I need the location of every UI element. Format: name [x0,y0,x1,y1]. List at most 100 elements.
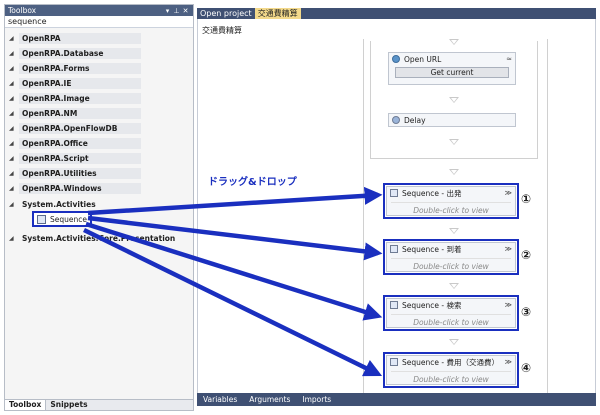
toolbox-header: Toolbox ▾ ⊥ ✕ [5,5,193,16]
tab-open-project[interactable]: Open project [197,8,255,19]
pin-icon[interactable]: ⊥ [172,7,181,15]
category-label: OpenRPA.Forms [19,63,141,74]
sequence-icon [390,358,398,366]
toolbox-category[interactable]: ◢ OpenRPA.Database [9,47,141,60]
activity-title: Open URL [404,54,442,64]
sequence-icon [390,189,398,197]
designer-footer-tabs: Variables Arguments Imports [197,393,596,406]
category-label: OpenRPA.Image [19,93,141,104]
sequence-activity-body: Sequence - 到着 ≫ Double-click to view [386,242,516,272]
toolbox-pane: Toolbox ▾ ⊥ ✕ ◢OpenRPA ◢OpenRPA.Database… [4,4,194,411]
toolbox-item-sequence[interactable]: Sequence [32,211,92,227]
flow-arrow-icon [449,39,459,45]
category-label: OpenRPA.OpenFlowDB [19,123,141,134]
collapse-chevron-icon[interactable]: ≈ [506,55,512,63]
toolbox-category[interactable]: ◢ OpenRPA.NM [9,107,141,120]
expand-triangle-icon[interactable]: ◢ [9,110,19,117]
clock-icon [392,116,400,124]
toolbox-search-input[interactable] [8,17,190,26]
category-label: OpenRPA.IE [19,78,141,89]
tab-snippets[interactable]: Snippets [46,400,91,410]
toolbox-item-label: Sequence [50,214,87,224]
activity-header: Sequence - 到着 ≫ [387,243,515,255]
sequence-activity-body: Sequence - 出発 ≫ Double-click to view [386,186,516,216]
category-label: System.Activities.Core.Presentation [22,234,176,243]
expand-triangle-icon[interactable]: ◢ [9,155,19,162]
expand-triangle-icon[interactable]: ◢ [9,95,19,102]
expand-triangle-icon[interactable]: ◢ [9,125,19,132]
toolbox-title: Toolbox [8,6,37,15]
activity-title: Delay [404,115,426,125]
category-label: OpenRPA.Windows [19,183,141,194]
toolbox-category[interactable]: ◢ OpenRPA.Utilities [9,167,141,180]
activity-delay[interactable]: Delay [388,113,516,127]
get-current-button[interactable]: Get current [395,67,509,78]
toolbox-category[interactable]: ◢ System.Activities.Core.Presentation [9,232,178,245]
category-label: OpenRPA.Database [19,48,141,59]
category-label: OpenRPA.Script [19,153,141,164]
tab-imports[interactable]: Imports [296,393,337,406]
toolbox-category[interactable]: ◢ System.Activities [9,198,141,211]
collapse-chevron-icon[interactable]: ≫ [505,189,512,197]
toolbox-category[interactable]: ◢ OpenRPA [9,32,141,45]
sequence-activity-body: Sequence - 費用（交通費） ≫ Double-click to vie… [386,355,516,385]
toolbox-bottom-tabs: Toolbox Snippets [5,399,193,410]
activity-header: Open URL ≈ [389,53,515,65]
double-click-hint: Double-click to view [391,371,511,384]
tab-variables[interactable]: Variables [197,393,243,406]
activity-header: Sequence - 検索 ≫ [387,299,515,311]
collapse-chevron-icon[interactable]: ≫ [505,245,512,253]
flow-arrow-icon [449,169,459,175]
expand-triangle-icon[interactable]: ◢ [9,80,19,87]
expand-triangle-icon[interactable]: ◢ [9,50,19,57]
flow-arrow-icon [449,97,459,103]
double-click-hint: Double-click to view [391,258,511,271]
toolbox-category[interactable]: ◢ OpenRPA.IE [9,77,141,90]
sequence-activity-body: Sequence - 検索 ≫ Double-click to view [386,298,516,328]
globe-icon [392,55,400,63]
activity-open-url[interactable]: Open URL ≈ Get current [388,52,516,85]
category-label: OpenRPA.NM [19,108,141,119]
tab-arguments[interactable]: Arguments [243,393,296,406]
close-icon[interactable]: ✕ [181,7,190,15]
toolbox-category[interactable]: ◢ OpenRPA.Script [9,152,141,165]
category-label: OpenRPA.Utilities [19,168,141,179]
toolbox-search-box [5,16,193,28]
pin-icon[interactable]: ▾ [163,7,172,15]
collapse-triangle-icon[interactable]: ◢ [9,201,19,208]
sequence-activity-1[interactable]: Sequence - 出発 ≫ Double-click to view [383,183,519,219]
expand-triangle-icon[interactable]: ◢ [9,65,19,72]
expand-triangle-icon[interactable]: ◢ [9,235,19,242]
sequence-activity-3[interactable]: Sequence - 検索 ≫ Double-click to view [383,295,519,331]
activity-title: Sequence - 費用（交通費） [402,357,499,367]
category-label: System.Activities [22,200,96,209]
toolbox-category[interactable]: ◢ OpenRPA.OpenFlowDB [9,122,141,135]
toolbox-category[interactable]: ◢ OpenRPA.Windows [9,182,141,195]
toolbox-category[interactable]: ◢ OpenRPA.Office [9,137,141,150]
flow-arrow-icon [449,228,459,234]
toolbox-category[interactable]: ◢ OpenRPA.Forms [9,62,141,75]
sequence-activity-2[interactable]: Sequence - 到着 ≫ Double-click to view [383,239,519,275]
breadcrumb[interactable]: 交通費精算 [202,25,242,36]
double-click-hint: Double-click to view [391,314,511,327]
expand-triangle-icon[interactable]: ◢ [9,185,19,192]
tab-toolbox[interactable]: Toolbox [5,400,47,410]
activity-title: Sequence - 到着 [402,244,462,254]
tab-workflow[interactable]: 交通費精算 [254,8,301,19]
document-tab-strip: Open project 交通費精算 [197,8,596,19]
expand-triangle-icon[interactable]: ◢ [9,140,19,147]
toolbox-category[interactable]: ◢ OpenRPA.Image [9,92,141,105]
expand-triangle-icon[interactable]: ◢ [9,35,19,42]
collapse-chevron-icon[interactable]: ≫ [505,301,512,309]
expand-triangle-icon[interactable]: ◢ [9,170,19,177]
step-marker: ③ [521,305,532,319]
activity-header: Sequence - 出発 ≫ [387,187,515,199]
category-label: OpenRPA [19,33,141,44]
sequence-activity-4[interactable]: Sequence - 費用（交通費） ≫ Double-click to vie… [383,352,519,388]
sequence-icon [37,214,46,224]
collapse-chevron-icon[interactable]: ≫ [505,358,512,366]
sequence-icon [390,301,398,309]
step-marker: ① [521,192,532,206]
category-label: OpenRPA.Office [19,138,141,149]
flow-arrow-icon [449,283,459,289]
